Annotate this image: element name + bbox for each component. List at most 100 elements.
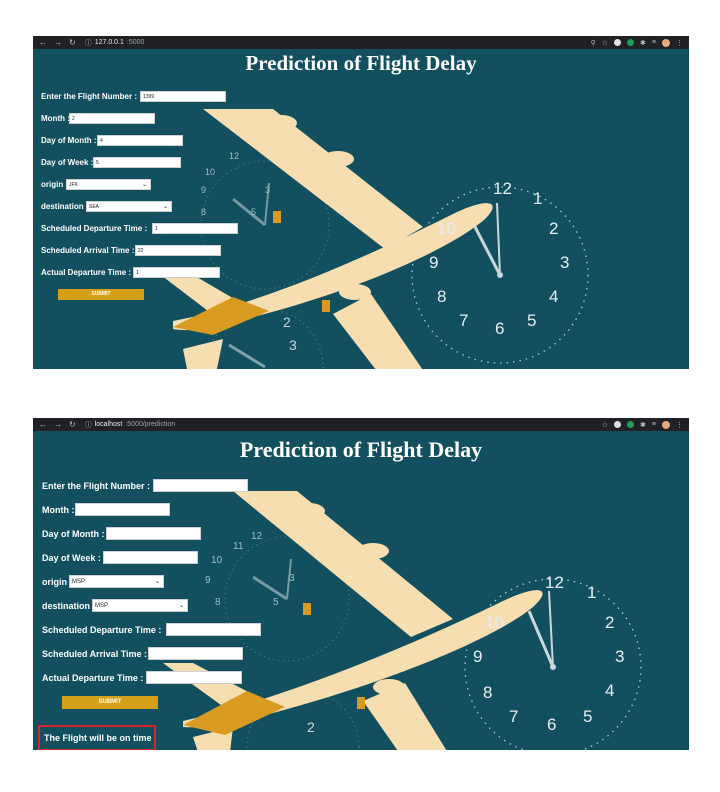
clock-numeral: 1 (587, 583, 597, 602)
reading-list-icon[interactable]: ≡ (652, 39, 656, 46)
actual-departure-input[interactable] (146, 671, 242, 684)
chevron-down-icon: ⌄ (154, 579, 160, 585)
extension-icon[interactable] (614, 39, 622, 46)
clock-numeral: 7 (509, 707, 519, 726)
label-origin: origin (42, 577, 67, 587)
submit-button[interactable]: SUBMIT (62, 696, 158, 709)
clock-numeral: 10 (485, 613, 504, 632)
clock-numeral: 5 (251, 207, 257, 217)
label-day-of-week: Day of Week : (42, 553, 101, 563)
prediction-result: The Flight will be on time (38, 725, 156, 750)
label-destination: destination (41, 202, 84, 211)
day-of-week-input[interactable]: 5 (93, 157, 181, 168)
month-input[interactable] (75, 503, 170, 516)
label-origin: origin (41, 180, 64, 189)
reload-icon[interactable]: ↻ (69, 420, 76, 429)
clock-numeral: 3 (560, 253, 570, 272)
menu-icon[interactable]: ⋮ (676, 39, 683, 47)
avatar[interactable] (662, 420, 670, 429)
day-of-month-input[interactable] (106, 527, 201, 540)
clock-numeral: 7 (459, 311, 469, 330)
label-month: Month : (42, 505, 75, 515)
reload-icon[interactable]: ↻ (69, 38, 76, 47)
clock-numeral: 9 (473, 647, 483, 666)
label-scheduled-arrival: Scheduled Arrival Time : (41, 246, 135, 255)
flight-number-input[interactable] (153, 479, 248, 492)
clock-numeral: 5 (527, 311, 537, 330)
extension-icon[interactable] (627, 39, 635, 46)
star-icon[interactable]: ☆ (602, 39, 608, 47)
page-title: Prediction of Flight Delay (239, 437, 483, 462)
month-input[interactable]: 2 (69, 113, 155, 124)
clock-numeral: 2 (283, 314, 291, 330)
puzzle-icon[interactable]: ✱ (640, 421, 646, 429)
url-host: 127.0.0.1 (94, 39, 124, 46)
clock-numeral: 8 (437, 287, 447, 306)
clock-numeral: 2 (307, 719, 315, 735)
info-icon: ⓘ (84, 421, 92, 429)
page-title: Prediction of Flight Delay (245, 51, 477, 75)
clock-numeral: 2 (605, 613, 615, 632)
url-path: :5000 (126, 39, 145, 46)
browser-toolbar: ← → ↻ ⓘ localhost:5000/prediction ☆ ✱ ≡ … (33, 418, 689, 431)
clock-numeral: 5 (273, 597, 279, 608)
menu-icon[interactable]: ⋮ (676, 421, 683, 429)
actual-departure-input[interactable]: 1 (133, 267, 220, 278)
destination-select[interactable]: SEA ⌄ (86, 201, 172, 212)
screenshot-form: ← → ↻ ⓘ 127.0.0.1:5000 ⚲ ☆ ✱ ≡ ⋮ 12 10 … (33, 36, 689, 369)
label-actual-departure: Actual Departure Time : (42, 673, 144, 683)
label-scheduled-departure: Scheduled Departure Time : (41, 224, 148, 233)
extension-icon[interactable] (614, 421, 622, 428)
destination-select[interactable]: MSP ⌄ (92, 599, 188, 612)
label-actual-departure: Actual Departure Time : (41, 268, 132, 277)
scheduled-departure-input[interactable]: 1 (152, 223, 238, 234)
clock-numeral: 12 (251, 531, 263, 542)
clock-numeral: 10 (205, 167, 216, 177)
forward-icon[interactable]: → (54, 420, 62, 429)
label-day-of-week: Day of Week : (41, 158, 94, 167)
destination-value: MSP (95, 603, 109, 609)
forward-icon[interactable]: → (54, 38, 62, 47)
clock-numeral: 11 (233, 541, 244, 552)
scheduled-departure-input[interactable] (166, 623, 261, 636)
avatar[interactable] (662, 38, 670, 47)
label-day-of-month: Day of Month : (41, 136, 97, 145)
clock-numeral: 10 (211, 555, 223, 566)
submit-button[interactable]: SUBMIT (58, 289, 144, 300)
back-icon[interactable]: ← (39, 38, 47, 47)
label-day-of-month: Day of Month : (42, 529, 105, 539)
origin-select[interactable]: MSP ⌄ (69, 575, 164, 588)
address-bar[interactable]: ⓘ 127.0.0.1:5000 (85, 38, 145, 48)
browser-toolbar: ← → ↻ ⓘ 127.0.0.1:5000 ⚲ ☆ ✱ ≡ ⋮ (33, 36, 689, 49)
clock-numeral: 8 (483, 683, 493, 702)
day-of-week-input[interactable] (103, 551, 198, 564)
puzzle-icon[interactable]: ✱ (640, 39, 646, 47)
label-destination: destination (42, 601, 91, 611)
clock-numeral: 4 (605, 681, 615, 700)
address-bar[interactable]: ⓘ localhost:5000/prediction (85, 420, 175, 430)
flight-number-input[interactable]: 1399 (140, 91, 226, 102)
zoom-icon[interactable]: ⚲ (591, 39, 596, 47)
scheduled-arrival-input[interactable] (148, 647, 243, 660)
extension-icon[interactable] (627, 421, 635, 428)
scheduled-arrival-input[interactable]: 22 (135, 245, 221, 256)
page: 12 10 9 8 3 5 2 3 12 1 2 3 4 5 6 7 8 9 1… (33, 49, 689, 369)
back-icon[interactable]: ← (39, 420, 47, 429)
clock-numeral: 5 (583, 707, 593, 726)
label-scheduled-arrival: Scheduled Arrival Time : (42, 649, 148, 659)
screenshot-result: ← → ↻ ⓘ localhost:5000/prediction ☆ ✱ ≡ … (33, 418, 689, 750)
airplane-icon (153, 109, 493, 369)
reading-list-icon[interactable]: ≡ (652, 421, 656, 428)
label-flight-number: Enter the Flight Number : (41, 92, 137, 101)
clock-numeral: 9 (429, 253, 439, 272)
day-of-month-input[interactable]: 4 (97, 135, 183, 146)
page: 12 11 10 9 8 3 5 2 12 1 2 3 4 5 6 7 8 9 … (33, 431, 689, 750)
chevron-down-icon: ⌄ (162, 204, 168, 210)
url-path: :5000/prediction (125, 421, 176, 428)
clock-numeral: 6 (495, 319, 505, 338)
origin-select[interactable]: JFK ⌄ (66, 179, 151, 190)
label-month: Month : (41, 114, 70, 123)
clock-numeral: 10 (437, 219, 456, 238)
star-icon[interactable]: ☆ (602, 421, 608, 429)
clock-numeral: 2 (549, 219, 559, 238)
